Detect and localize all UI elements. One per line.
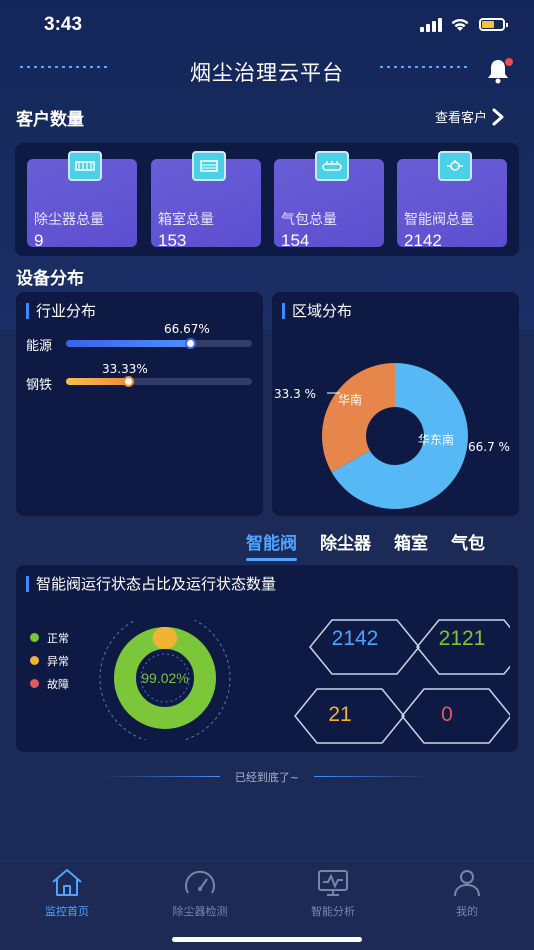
stat-label: 除尘器总量: [34, 212, 104, 228]
legend-dot: [30, 633, 39, 642]
industry-panel-heading: 行业分布: [26, 300, 96, 321]
legend-dot: [30, 656, 39, 665]
valve-status-heading: 智能阀运行状态占比及运行状态数量: [26, 573, 276, 594]
wifi-icon: [451, 18, 469, 31]
industry-panel-title: 行业分布: [36, 302, 97, 320]
status-ring-chart: 99.02%: [99, 620, 231, 740]
tab-air-bag[interactable]: 气包: [451, 529, 485, 554]
stat-card-smart-valve[interactable]: 智能阀总量 2142: [397, 151, 507, 250]
stat-value: 2142: [404, 231, 442, 250]
stat-label: 智能阀总量: [404, 212, 474, 228]
page-title: 烟尘治理云平台: [190, 61, 344, 85]
home-indicator: [172, 937, 362, 942]
industry-progress-fill: [66, 340, 190, 347]
legend-label: 异常: [47, 654, 69, 668]
nav-label: 除尘器检测: [172, 905, 228, 918]
valve-status-title: 智能阀运行状态占比及运行状态数量: [36, 575, 277, 593]
notification-badge: [505, 58, 513, 66]
legend-dot: [30, 679, 39, 688]
region-distribution-panel: 区域分布 33.3 % 华南 华东南 66.7 %: [272, 292, 519, 516]
user-icon: [454, 870, 480, 897]
nav-label: 我的: [456, 905, 478, 918]
industry-progress-track: [66, 338, 252, 349]
home-icon: [52, 869, 82, 896]
device-type-tabs: 智能阀 除尘器 箱室 气包: [246, 529, 485, 561]
view-customers-link[interactable]: 查看客户: [435, 107, 505, 126]
donut-slice-1[interactable]: [322, 363, 395, 473]
stat-card-dust-collector[interactable]: 除尘器总量 9: [27, 151, 137, 250]
industry-row-percent: 33.33%: [102, 362, 148, 376]
region-slice-percent: 33.3 %: [274, 387, 316, 401]
industry-row-label: 钢铁: [26, 378, 53, 393]
stat-value: 154: [281, 231, 310, 250]
region-slice-percent: 66.7 %: [468, 440, 510, 454]
tab-dust-collector[interactable]: 除尘器: [320, 529, 371, 554]
nav-item-smart-analysis[interactable]: 智能分析: [288, 867, 378, 919]
region-donut-chart: 33.3 % 华南 华东南 66.7 %: [274, 363, 510, 509]
nav-item-dust-detection[interactable]: 除尘器检测: [155, 867, 245, 919]
stat-card-chamber[interactable]: 箱室总量 153: [151, 151, 261, 250]
region-slice-label: 华东南: [418, 432, 454, 447]
industry-row-label: 能源: [26, 339, 53, 354]
industry-progress-track: [66, 376, 252, 387]
normal-count: 2121: [438, 627, 486, 650]
view-customers-label: 查看客户: [435, 111, 488, 126]
distribution-section-title: 设备分布: [16, 269, 84, 289]
fault-count: 0: [441, 703, 453, 726]
status-bar: 3:43: [0, 0, 534, 50]
customers-section-title: 客户数量: [16, 110, 84, 130]
nav-item-profile[interactable]: 我的: [422, 867, 512, 919]
progress-knob: [122, 376, 134, 387]
legend-label: 故障: [47, 677, 69, 691]
stat-label: 箱室总量: [158, 212, 214, 228]
total-count: 2142: [331, 627, 379, 650]
region-slice-label: 华南: [338, 392, 362, 407]
chevron-right-icon: [492, 108, 504, 125]
ring-center-percent: 99.02%: [141, 670, 188, 686]
status-time: 3:43: [44, 14, 83, 35]
customer-stats-panel: 除尘器总量 9 箱室总量 153 气包总量 154 智能阀总量 2142: [15, 143, 519, 256]
smart-valve-icon: [438, 151, 472, 181]
stat-label: 气包总量: [281, 212, 337, 228]
dust-collector-icon: [68, 151, 102, 181]
industry-progress-fill: [66, 378, 128, 385]
battery-icon: [479, 18, 508, 31]
tab-chamber[interactable]: 箱室: [394, 529, 428, 554]
status-legend: 正常 异常 故障: [30, 626, 69, 695]
monitor-chart-icon: [318, 870, 348, 896]
nav-label: 智能分析: [311, 905, 355, 918]
legend-item-abnormal[interactable]: 异常: [30, 649, 69, 672]
chamber-icon: [192, 151, 226, 181]
gauge-icon: [185, 870, 215, 894]
industry-row-percent: 66.67%: [164, 322, 210, 336]
abnormal-count: 21: [328, 703, 352, 726]
tab-smart-valve[interactable]: 智能阀: [246, 529, 297, 561]
nav-label: 监控首页: [45, 905, 89, 918]
stat-card-air-bag[interactable]: 气包总量 154: [274, 151, 384, 250]
end-of-list-text: 已经到底了~: [234, 771, 300, 784]
progress-knob: [185, 338, 196, 349]
legend-label: 正常: [47, 631, 69, 645]
legend-item-normal[interactable]: 正常: [30, 626, 69, 649]
air-bag-icon: [315, 151, 349, 181]
stat-value: 9: [34, 231, 44, 250]
stat-value: 153: [158, 231, 187, 250]
signal-icon: [420, 18, 442, 32]
industry-distribution-panel: 行业分布 66.67% 能源 33.33% 钢铁: [16, 292, 263, 516]
legend-item-fault[interactable]: 故障: [30, 672, 69, 695]
nav-item-home[interactable]: 监控首页: [22, 867, 112, 919]
